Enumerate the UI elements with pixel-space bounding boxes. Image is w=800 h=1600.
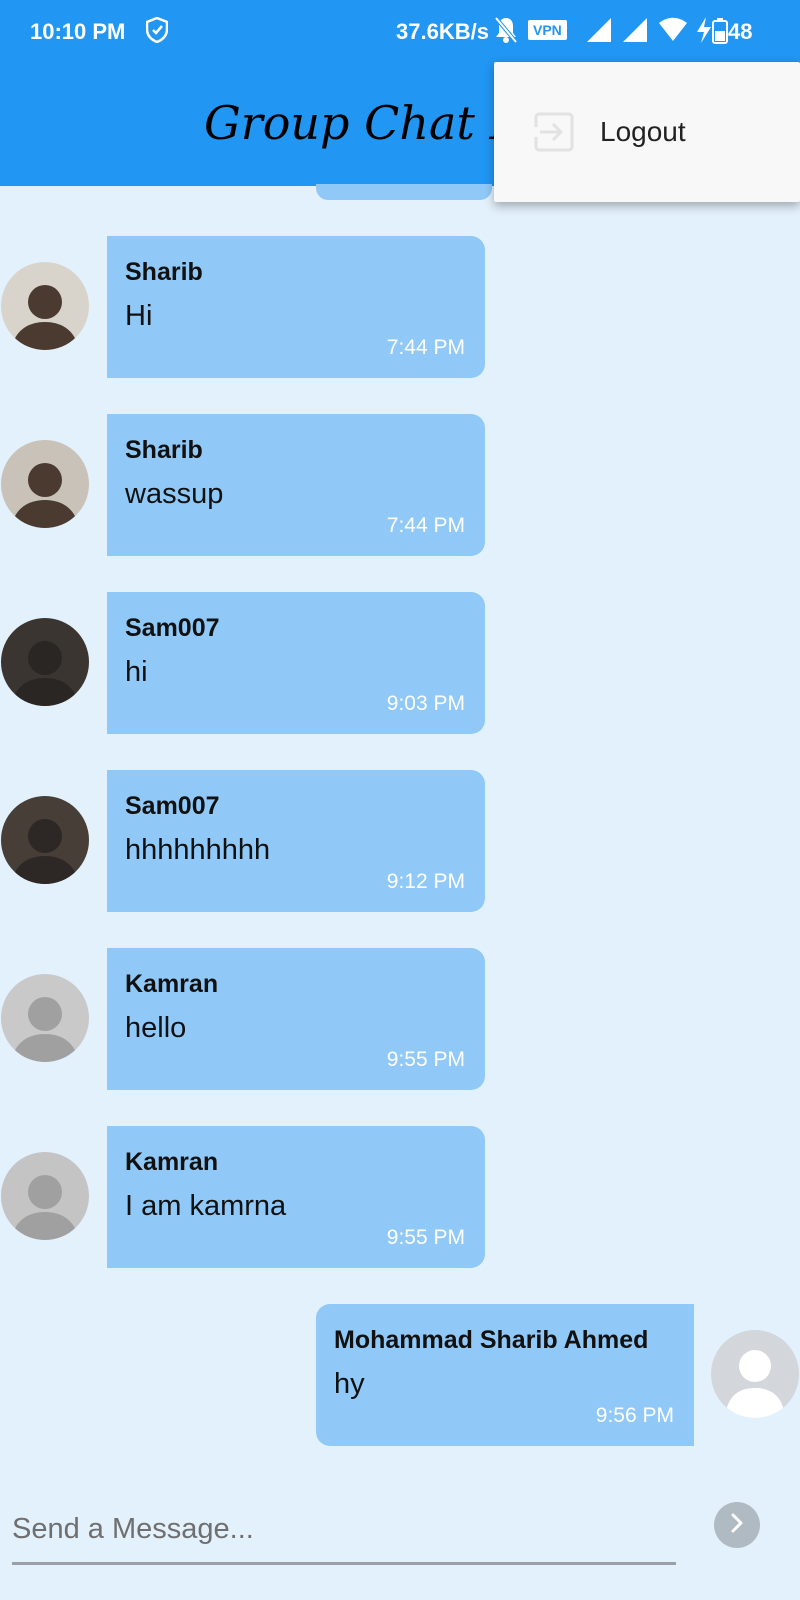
message-bubble[interactable]: Sam007 hhhhhhhhh 9:12 PM [107,770,485,912]
avatar[interactable] [1,618,89,706]
message-input[interactable] [12,1504,676,1565]
message-time: 9:55 PM [386,1048,465,1071]
vpn-badge: VPN [528,20,567,40]
message-text: hy [334,1368,365,1400]
message-item: Sam007 hi 9:03 PM [0,592,800,734]
message-item: Sam007 hhhhhhhhh 9:12 PM [0,770,800,912]
message-time: 7:44 PM [386,336,465,359]
message-item: Sharib Hi 7:44 PM [0,236,800,378]
message-time: 7:44 PM [386,514,465,537]
avatar[interactable] [711,1330,799,1418]
message-text: hello [125,1012,187,1044]
message-time: 9:03 PM [386,692,465,715]
overflow-menu: Logout [494,62,800,202]
chevron-right-icon [726,1512,748,1538]
network-speed: 37.6KB/s [396,19,489,44]
shield-icon [145,16,169,49]
avatar[interactable] [1,1152,89,1240]
status-bar: 10:10 PM 37.6KB/s VPN 48 [0,0,800,62]
message-item: Mohammad Sharib Ahmed hy 9:56 PM [0,1304,800,1446]
message-sender: Sam007 [125,614,220,642]
message-bubble[interactable]: Kamran hello 9:55 PM [107,948,485,1090]
message-text: wassup [125,478,224,510]
message-bubble[interactable]: Sam007 hi 9:03 PM [107,592,485,734]
battery-level: 48 [728,19,753,44]
charging-icon [696,16,712,50]
message-time: 9:55 PM [386,1226,465,1249]
avatar[interactable] [1,974,89,1062]
app-title: Group Chat In [204,96,538,150]
message-bubble[interactable]: Sharib wassup 7:44 PM [107,414,485,556]
battery-icon [712,18,728,50]
avatar[interactable] [1,440,89,528]
message-item: Sharib wassup 7:44 PM [0,414,800,556]
message-sender: Sharib [125,436,203,464]
message-sender: Kamran [125,970,219,998]
send-button[interactable] [714,1502,760,1548]
message-item: Kamran I am kamrna 9:55 PM [0,1126,800,1268]
message-sender: Sharib [125,258,203,286]
bell-off-icon [494,16,518,50]
message-text: hhhhhhhhh [125,834,271,866]
avatar[interactable] [1,796,89,884]
message-composer [0,1480,800,1600]
message-text: I am kamrna [125,1190,287,1222]
wifi-icon [658,17,688,49]
message-text: Hi [125,300,153,332]
message-item: Kamran hello 9:55 PM [0,948,800,1090]
message-bubble[interactable]: Sharib Hi 7:44 PM [107,236,485,378]
message-bubble[interactable]: Mohammad Sharib Ahmed hy 9:56 PM [316,1304,694,1446]
message-text: hi [125,656,148,688]
message-sender: Sam007 [125,792,220,820]
partial-message-bubble [316,184,492,200]
message-sender: Kamran [125,1148,219,1176]
signal-icon [622,17,648,49]
menu-item-label: Logout [600,116,686,147]
message-time: 9:56 PM [595,1404,674,1427]
logout-icon [534,112,574,156]
avatar[interactable] [1,262,89,350]
signal-icon [586,17,612,49]
message-time: 9:12 PM [386,870,465,893]
message-bubble[interactable]: Kamran I am kamrna 9:55 PM [107,1126,485,1268]
menu-item-logout[interactable]: Logout [494,62,800,202]
message-sender: Mohammad Sharib Ahmed [334,1326,649,1354]
status-time: 10:10 PM [30,19,126,44]
